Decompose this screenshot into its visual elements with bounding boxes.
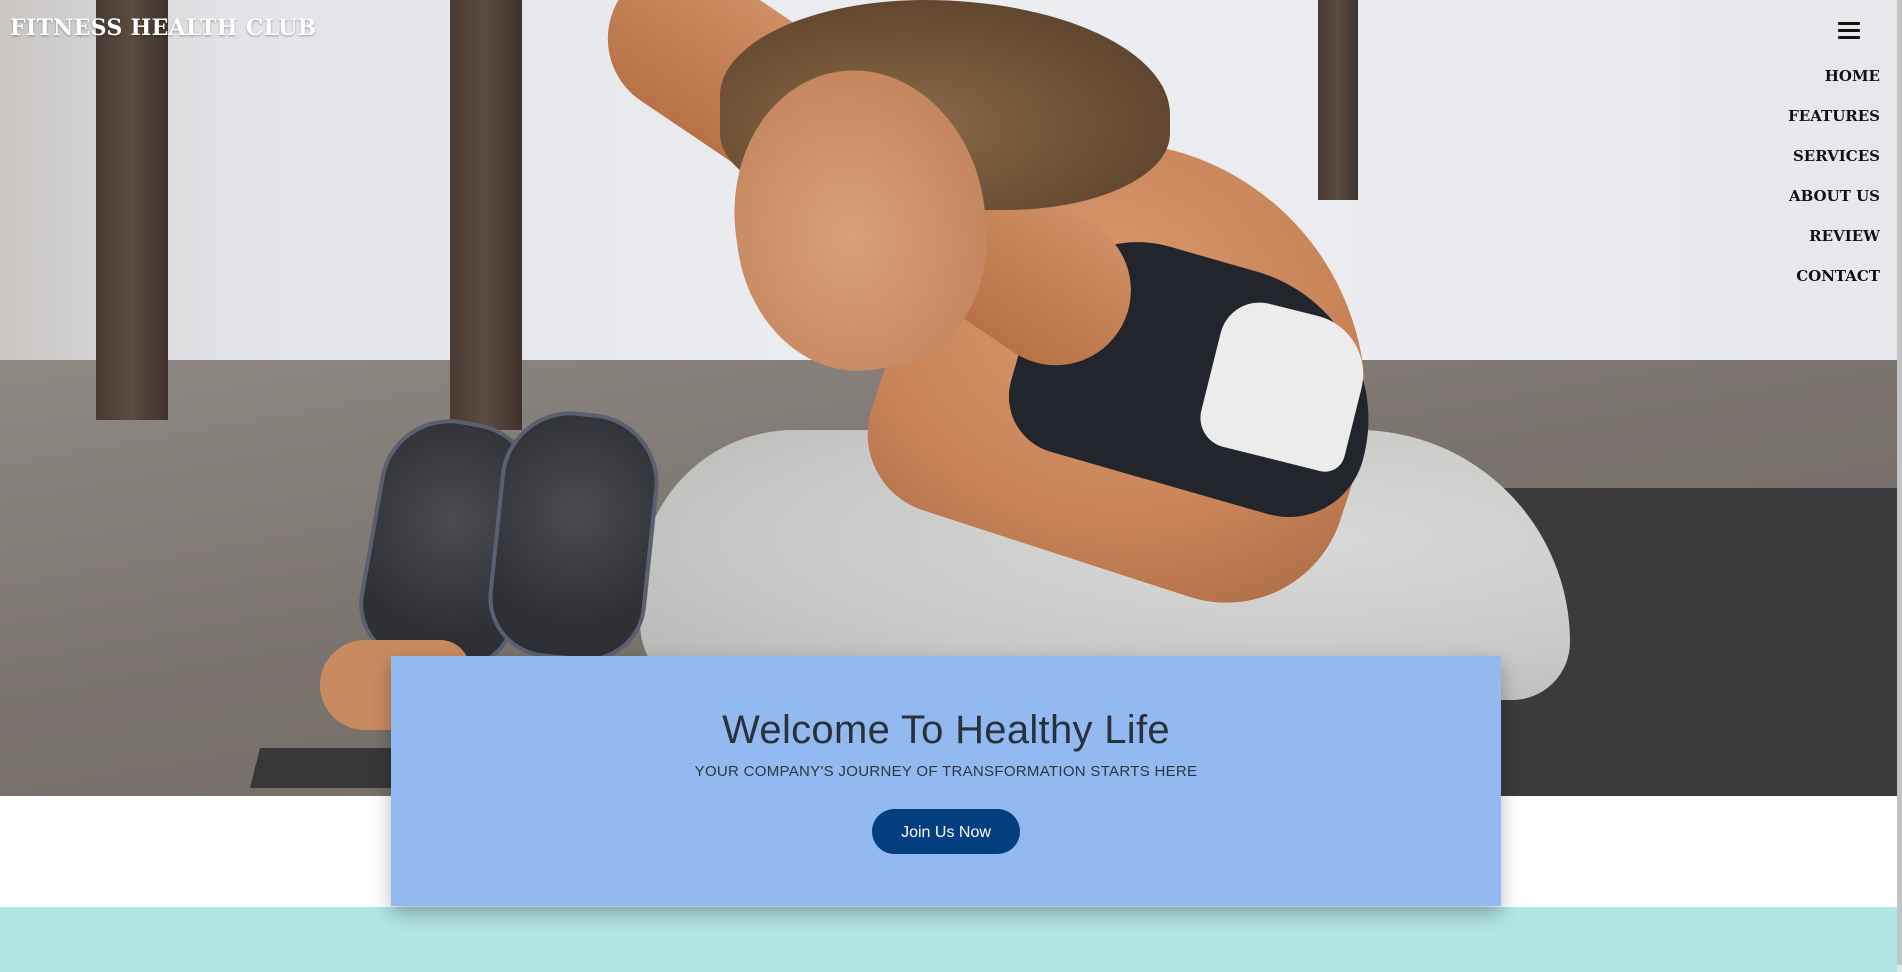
nav-features[interactable]: FEATURES	[1788, 104, 1880, 144]
nav-services[interactable]: SERVICES	[1793, 144, 1880, 184]
nav-about-us[interactable]: ABOUT US	[1789, 184, 1880, 224]
nav-contact[interactable]: CONTACT	[1796, 264, 1880, 304]
main-nav: HOME FEATURES SERVICES ABOUT US REVIEW C…	[1788, 64, 1880, 304]
welcome-title: Welcome To Healthy Life	[722, 708, 1170, 752]
scrollbar[interactable]	[1897, 0, 1902, 972]
section-band	[0, 907, 1897, 972]
welcome-subtitle: YOUR COMPANY'S JOURNEY OF TRANSFORMATION…	[694, 763, 1198, 780]
brand-logo[interactable]: FITNESS HEALTH CLUB	[10, 15, 316, 41]
join-us-button[interactable]: Join Us Now	[872, 809, 1020, 854]
hamburger-menu-icon[interactable]	[1838, 22, 1860, 40]
nav-review[interactable]: REVIEW	[1809, 224, 1880, 264]
nav-home[interactable]: HOME	[1825, 64, 1880, 104]
welcome-card: Welcome To Healthy Life YOUR COMPANY'S J…	[391, 656, 1501, 906]
scrollbar-thumb[interactable]	[1897, 0, 1902, 965]
